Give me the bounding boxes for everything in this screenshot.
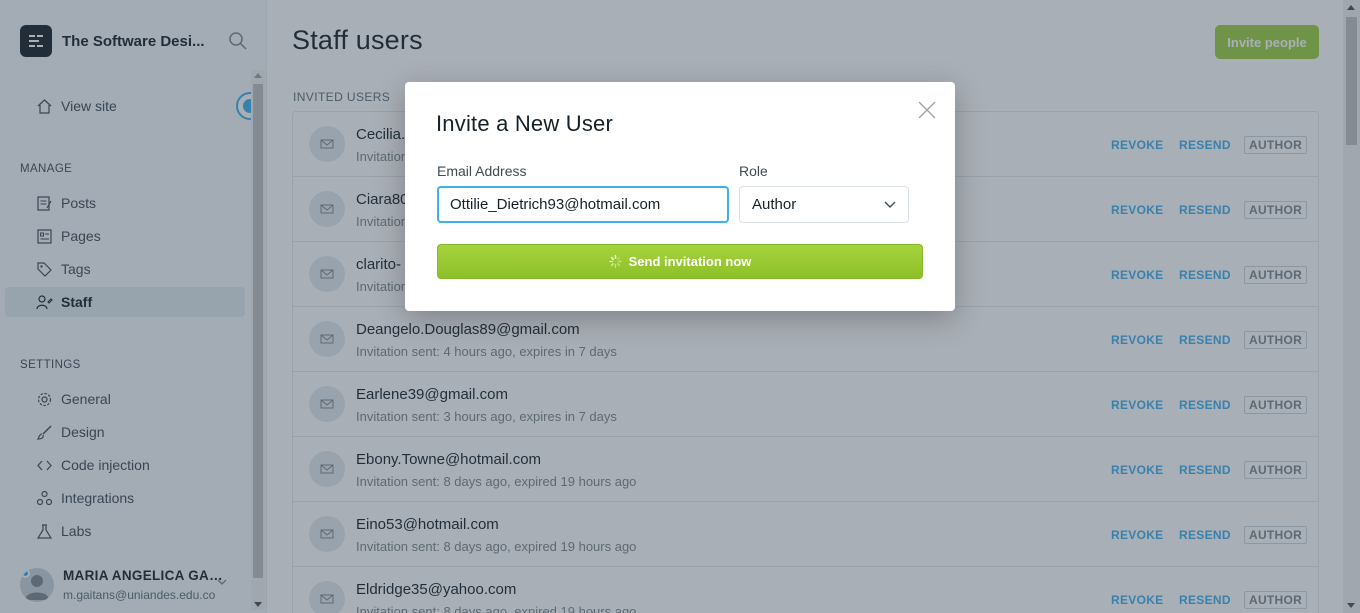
role-select[interactable]: Author [739,186,909,223]
email-field[interactable] [437,186,729,223]
invite-user-modal: Invite a New User Email Address Role Aut… [405,82,955,311]
send-invitation-label: Send invitation now [628,254,752,269]
chevron-down-icon [884,201,896,208]
close-icon[interactable] [918,101,936,119]
modal-title: Invite a New User [436,111,614,136]
role-select-value: Author [752,196,797,213]
role-label: Role [739,163,768,179]
email-label: Email Address [437,163,527,179]
spinner-icon [608,255,622,268]
send-invitation-button[interactable]: Send invitation now [437,244,923,279]
